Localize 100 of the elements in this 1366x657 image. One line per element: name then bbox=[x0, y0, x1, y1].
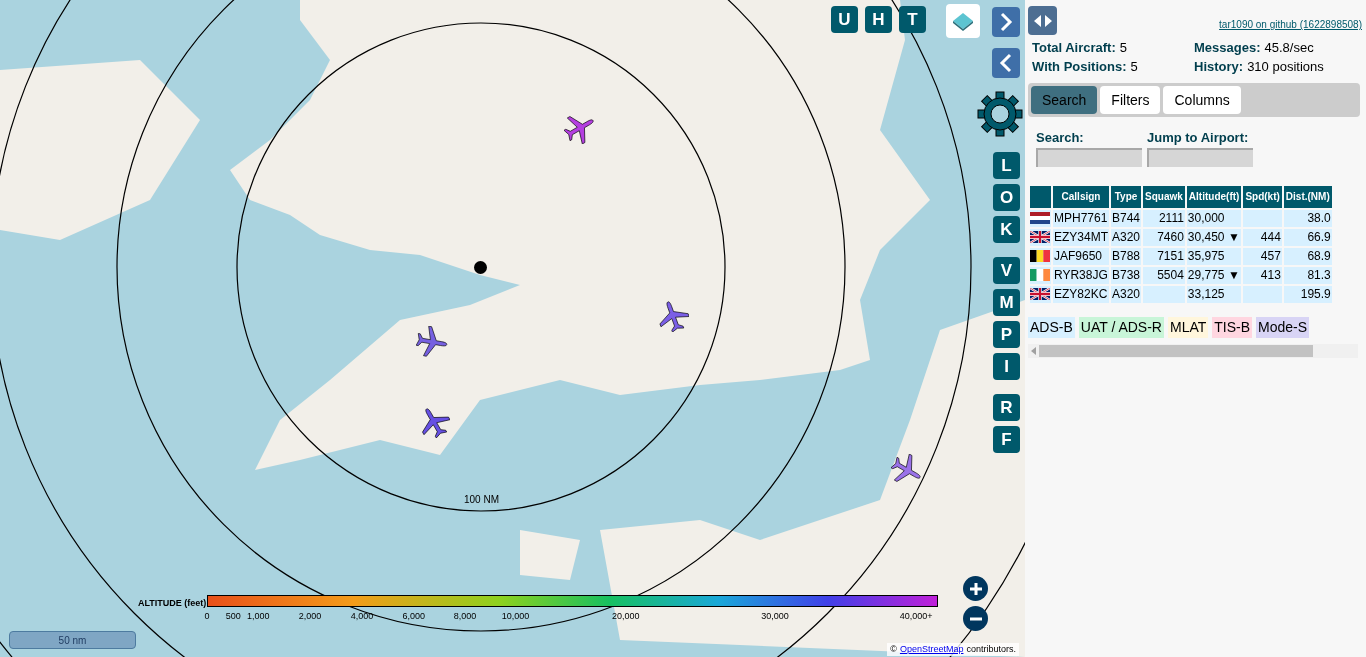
stat-label: History: bbox=[1194, 58, 1244, 76]
island-shape bbox=[520, 530, 580, 580]
table-cell: A320 bbox=[1111, 285, 1142, 303]
table-cell: 33,125 bbox=[1186, 285, 1242, 303]
stat-label: Messages: bbox=[1194, 39, 1261, 57]
table-cell: EZY82KC bbox=[1053, 285, 1109, 303]
legend-tick-label: 0 bbox=[204, 610, 210, 623]
table-cell bbox=[1143, 285, 1185, 303]
table-cell bbox=[1243, 285, 1282, 303]
chevron-right-icon bbox=[998, 12, 1014, 32]
table-cell: 413 bbox=[1243, 266, 1282, 284]
table-cell: 5504 bbox=[1143, 266, 1185, 284]
left-right-arrows-icon bbox=[1032, 14, 1053, 27]
table-cell: 81.3 bbox=[1283, 266, 1332, 284]
plus-icon bbox=[968, 581, 983, 596]
stat-value: 310 positions bbox=[1247, 58, 1324, 76]
table-cell: B744 bbox=[1111, 209, 1142, 227]
source-legend-tag: MLAT bbox=[1167, 316, 1209, 338]
table-cell: A320 bbox=[1111, 228, 1142, 246]
aircraft-icon[interactable] bbox=[416, 326, 448, 358]
source-legend-tag: Mode-S bbox=[1256, 316, 1310, 338]
table-cell: 7460 bbox=[1143, 228, 1185, 246]
range-label: 100 NM bbox=[464, 493, 499, 507]
column-header[interactable]: Dist.(NM) bbox=[1283, 185, 1332, 208]
expand-button[interactable] bbox=[992, 7, 1020, 37]
github-link[interactable]: tar1090 on github (1622898508) bbox=[1219, 17, 1362, 32]
column-header[interactable]: Type bbox=[1111, 185, 1142, 208]
toggle-panel-button[interactable] bbox=[1028, 6, 1057, 35]
stat-label: Total Aircraft: bbox=[1032, 39, 1116, 57]
aircraft-icon[interactable] bbox=[657, 300, 689, 332]
stat-value: 5 bbox=[1119, 39, 1128, 57]
toggle-button[interactable]: F bbox=[993, 426, 1020, 453]
attribution-link[interactable]: OpenStreetMap bbox=[899, 642, 964, 656]
table-cell: 38.0 bbox=[1283, 209, 1332, 227]
toggle-button[interactable]: U bbox=[831, 6, 858, 33]
table-cell: 35,975 bbox=[1186, 247, 1242, 265]
table-cell: 444 bbox=[1243, 228, 1282, 246]
stat-value: 45.8/sec bbox=[1264, 39, 1314, 57]
toggle-button[interactable]: V bbox=[993, 257, 1020, 284]
field-label: Search: bbox=[1036, 129, 1085, 147]
toggle-button[interactable]: H bbox=[865, 6, 892, 33]
toggle-button[interactable]: I bbox=[993, 353, 1020, 380]
attribution-text: contributors. bbox=[966, 642, 1016, 656]
legend-tick-label: 500 bbox=[225, 610, 241, 623]
field-label: Jump to Airport: bbox=[1147, 129, 1250, 147]
legend-tick-label: 2,000 bbox=[298, 610, 322, 623]
toggle-button[interactable]: M bbox=[993, 289, 1020, 316]
table-cell: MPH7761 bbox=[1053, 209, 1109, 227]
column-header[interactable]: Callsign bbox=[1053, 185, 1109, 208]
table-cell: 68.9 bbox=[1283, 247, 1332, 265]
table-cell: 29,775 ▼ bbox=[1186, 266, 1242, 284]
collapse-button[interactable] bbox=[992, 48, 1020, 78]
layers-button[interactable] bbox=[946, 4, 980, 38]
legend-tick-label: 4,000 bbox=[350, 610, 374, 623]
scale-label: 50 nm bbox=[58, 633, 87, 648]
legend-tick-label: 1,000 bbox=[246, 610, 270, 623]
table-cell: JAF9650 bbox=[1053, 247, 1109, 265]
table-cell: 7151 bbox=[1143, 247, 1185, 265]
input-field[interactable] bbox=[1036, 147, 1142, 167]
settings-icon[interactable] bbox=[976, 90, 1024, 138]
column-header[interactable]: Spd(kt) bbox=[1243, 185, 1282, 208]
table-cell: 195.9 bbox=[1283, 285, 1332, 303]
table-cell: RYR38JG bbox=[1053, 266, 1109, 284]
chevron-left-icon bbox=[998, 53, 1014, 73]
toggle-button[interactable]: R bbox=[993, 394, 1020, 421]
attribution-text: © bbox=[890, 642, 897, 656]
column-header bbox=[1030, 185, 1051, 208]
table-cell: B788 bbox=[1111, 247, 1142, 265]
map-view[interactable]: 100 NM U H T L O K V M P I R F ALTITUDE (feet) 0 500 1,000 2,000 4,000 6,000 8,000 10,000 20,000 30,000 40,000+ 50 nm © OpenStreetMap contributors. bbox=[0, 0, 1025, 657]
table-cell: 2111 bbox=[1143, 209, 1185, 227]
legend-tick-label: 10,000 bbox=[501, 610, 530, 623]
toggle-button[interactable]: T bbox=[899, 6, 926, 33]
source-legend-tag: TIS-B bbox=[1212, 316, 1253, 338]
stat-value: 5 bbox=[1130, 58, 1138, 76]
horizontal-scrollbar[interactable] bbox=[1028, 343, 1358, 358]
table-cell: 457 bbox=[1243, 247, 1282, 265]
legend-tick-label: 40,000+ bbox=[899, 610, 933, 623]
column-header[interactable]: Altitude(ft) bbox=[1186, 185, 1242, 208]
table-cell: EZY34MT bbox=[1053, 228, 1109, 246]
stat-label: With Positions: bbox=[1032, 58, 1127, 76]
table-cell: 30,000 bbox=[1186, 209, 1242, 227]
legend-tick-label: 8,000 bbox=[453, 610, 477, 623]
tab[interactable]: Filters bbox=[1100, 86, 1161, 114]
tab[interactable]: Columns bbox=[1163, 86, 1241, 114]
toggle-button[interactable]: K bbox=[993, 216, 1020, 243]
toggle-button[interactable]: P bbox=[993, 321, 1020, 348]
legend-tick-label: 20,000 bbox=[612, 610, 640, 623]
tab[interactable]: Search bbox=[1031, 86, 1098, 114]
toggle-button[interactable]: O bbox=[993, 184, 1020, 211]
table-cell: B738 bbox=[1111, 266, 1142, 284]
input-field[interactable] bbox=[1147, 147, 1253, 167]
toggle-button[interactable]: L bbox=[993, 152, 1020, 179]
legend-tick-label: 6,000 bbox=[402, 610, 426, 623]
source-legend-tag: ADS-B bbox=[1028, 316, 1075, 338]
column-header[interactable]: Squawk bbox=[1143, 185, 1185, 208]
legend-title: ALTITUDE (feet) bbox=[138, 597, 207, 610]
legend-tick-label: 30,000 bbox=[761, 610, 789, 623]
table-cell: 66.9 bbox=[1283, 228, 1332, 246]
table-cell: 30,450 ▼ bbox=[1186, 228, 1242, 246]
table-cell bbox=[1243, 209, 1282, 227]
